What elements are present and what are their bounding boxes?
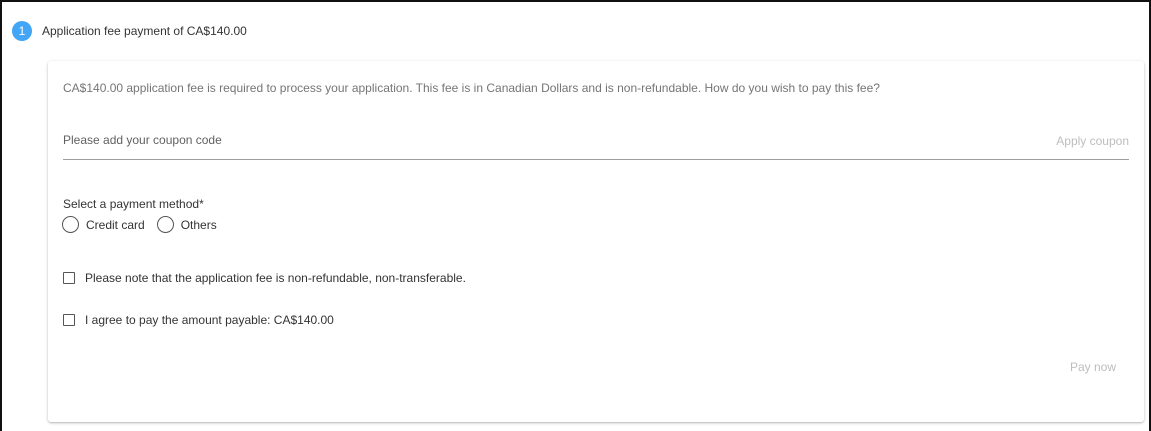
coupon-row: Apply coupon (63, 125, 1129, 160)
others-radio[interactable] (156, 216, 174, 233)
step-number-badge: 1 (12, 21, 32, 41)
step-title: Application fee payment of CA$140.00 (42, 24, 247, 38)
payment-option-others[interactable]: Others (156, 216, 217, 233)
apply-coupon-button[interactable]: Apply coupon (1056, 134, 1129, 148)
credit-card-label: Credit card (86, 217, 145, 232)
pay-now-button[interactable]: Pay now (1070, 360, 1116, 374)
non-refundable-checkbox[interactable] (63, 272, 75, 284)
agree-to-pay-acknowledgement[interactable]: I agree to pay the amount payable: CA$14… (63, 313, 334, 327)
fee-description: CA$140.00 application fee is required to… (63, 81, 880, 95)
non-refundable-acknowledgement[interactable]: Please note that the application fee is … (63, 271, 466, 285)
payment-option-credit-card[interactable]: Credit card (62, 216, 145, 233)
non-refundable-label: Please note that the application fee is … (85, 271, 466, 285)
agree-to-pay-checkbox[interactable] (63, 314, 75, 326)
payment-method-options: Credit card Others (62, 216, 229, 233)
payment-card: CA$140.00 application fee is required to… (48, 61, 1144, 422)
agree-to-pay-label: I agree to pay the amount payable: CA$14… (85, 313, 334, 327)
credit-card-radio[interactable] (62, 216, 79, 233)
step-header: 1 Application fee payment of CA$140.00 (12, 20, 247, 42)
payment-method-label: Select a payment method* (63, 197, 204, 211)
coupon-code-input[interactable] (63, 133, 863, 147)
others-label: Others (180, 217, 217, 232)
